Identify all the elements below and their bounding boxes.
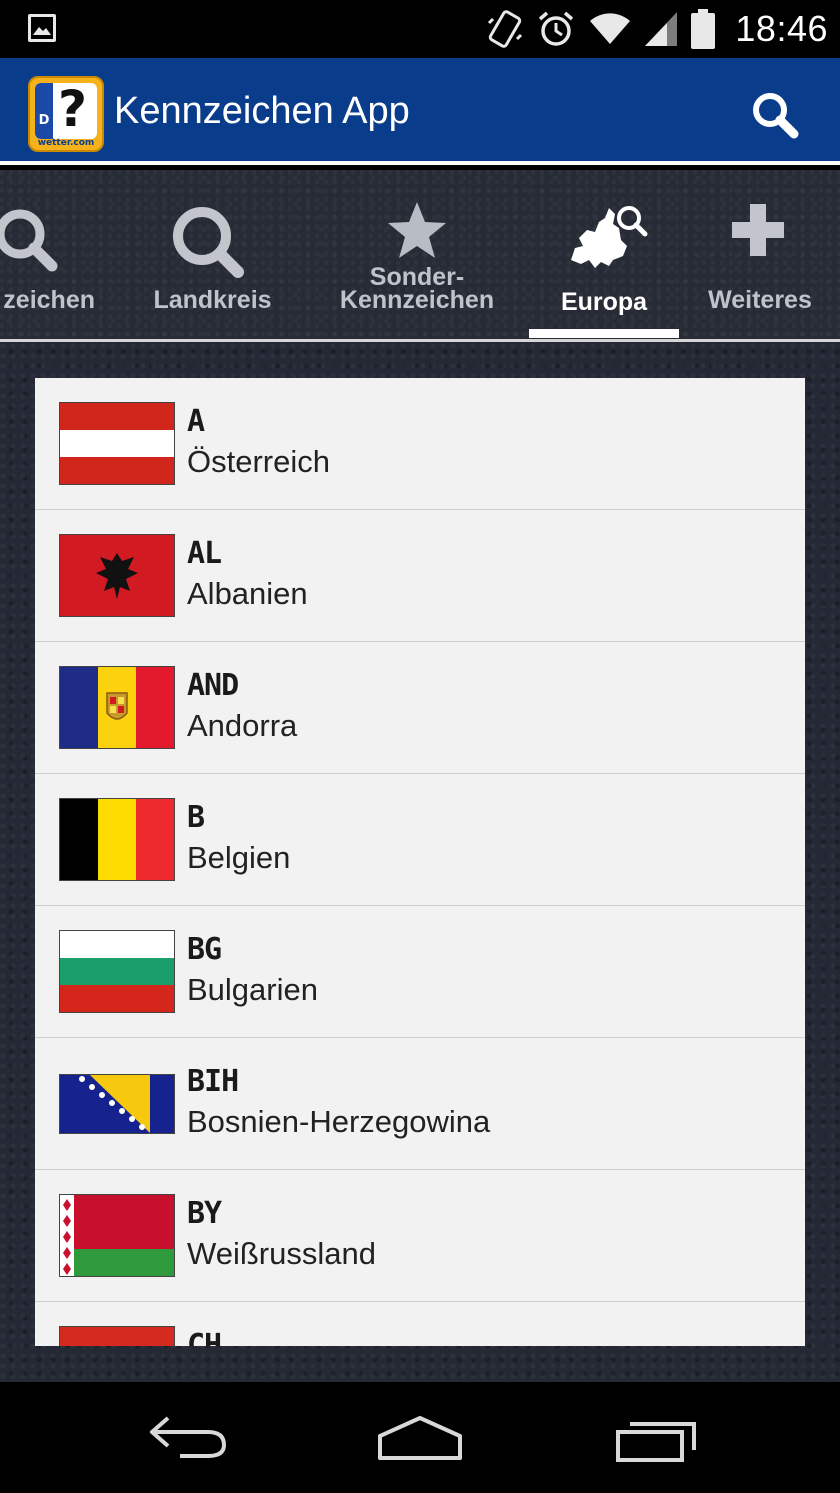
- tab-weiteres[interactable]: Weiteres: [690, 170, 830, 339]
- list-item[interactable]: BY Weißrussland: [35, 1170, 805, 1302]
- country-code: AND: [187, 668, 239, 703]
- tab-bar: zeichen Landkreis Sonder- Kennzeichen Eu…: [0, 170, 840, 342]
- country-code: BIH: [187, 1064, 239, 1099]
- flag-belgium: [59, 798, 175, 881]
- country-code: A: [187, 404, 205, 439]
- country-code: BY: [187, 1196, 222, 1231]
- star-icon: [388, 202, 446, 258]
- home-icon[interactable]: [376, 1414, 464, 1464]
- country-name: Österreich: [187, 444, 330, 479]
- status-bar: 18:46: [0, 0, 840, 58]
- navigation-bar: [0, 1382, 840, 1493]
- app-logo: D ? wetter.com: [28, 76, 104, 152]
- tab-kennzeichen[interactable]: zeichen: [0, 170, 110, 339]
- list-item[interactable]: BG Bulgarien: [35, 906, 805, 1038]
- app-title: Kennzeichen App: [114, 90, 410, 132]
- alarm-icon: [539, 11, 574, 46]
- search-icon: [0, 209, 58, 272]
- signal-icon: [645, 12, 678, 46]
- flag-belarus: [59, 1194, 175, 1277]
- search-button[interactable]: [748, 88, 804, 144]
- flag-austria: [59, 402, 175, 485]
- country-name: Bosnien-Herzegowina: [187, 1104, 491, 1139]
- back-icon[interactable]: [146, 1414, 230, 1460]
- active-tab-indicator: [529, 329, 679, 338]
- flag-bulgaria: [59, 930, 175, 1013]
- country-code: B: [187, 800, 205, 835]
- list-item[interactable]: AL Albanien: [35, 510, 805, 642]
- tab-europa[interactable]: Europa: [529, 170, 679, 339]
- country-name: Andorra: [187, 708, 298, 743]
- plus-icon: [732, 204, 784, 256]
- country-name: Bulgarien: [187, 972, 318, 1007]
- flag-switzerland: [59, 1326, 175, 1346]
- country-code: AL: [187, 536, 222, 571]
- gallery-icon: [28, 14, 56, 42]
- country-list[interactable]: A Österreich AL Albanien AND Andorra B B…: [35, 378, 805, 1346]
- clock: 18:46: [735, 8, 828, 49]
- list-item[interactable]: BIH Bosnien-Herzegowina: [35, 1038, 805, 1170]
- tab-landkreis[interactable]: Landkreis: [130, 170, 295, 339]
- recent-apps-icon[interactable]: [616, 1418, 698, 1462]
- country-name: Belgien: [187, 840, 291, 875]
- country-code: CH: [187, 1328, 222, 1346]
- list-item[interactable]: AND Andorra: [35, 642, 805, 774]
- country-name: Albanien: [187, 576, 308, 611]
- list-item[interactable]: CH: [35, 1302, 805, 1346]
- tab-label-line2: Kennzeichen: [339, 286, 495, 314]
- search-icon: [753, 93, 799, 139]
- list-item[interactable]: B Belgien: [35, 774, 805, 906]
- wifi-icon: [590, 13, 631, 45]
- battery-icon: [691, 9, 716, 49]
- flag-albania: [59, 534, 175, 617]
- vibrate-icon: [488, 10, 523, 48]
- tab-sonderkennzeichen[interactable]: Sonder- Kennzeichen: [322, 170, 512, 339]
- list-item[interactable]: A Österreich: [35, 378, 805, 510]
- action-bar: D ? wetter.com Kennzeichen App: [0, 58, 840, 165]
- search-icon: [173, 207, 244, 278]
- country-name: Weißrussland: [187, 1236, 376, 1271]
- flag-andorra: [59, 666, 175, 749]
- europe-map-search-icon: [571, 206, 648, 268]
- flag-bosnia: [59, 1074, 175, 1134]
- country-code: BG: [187, 932, 222, 967]
